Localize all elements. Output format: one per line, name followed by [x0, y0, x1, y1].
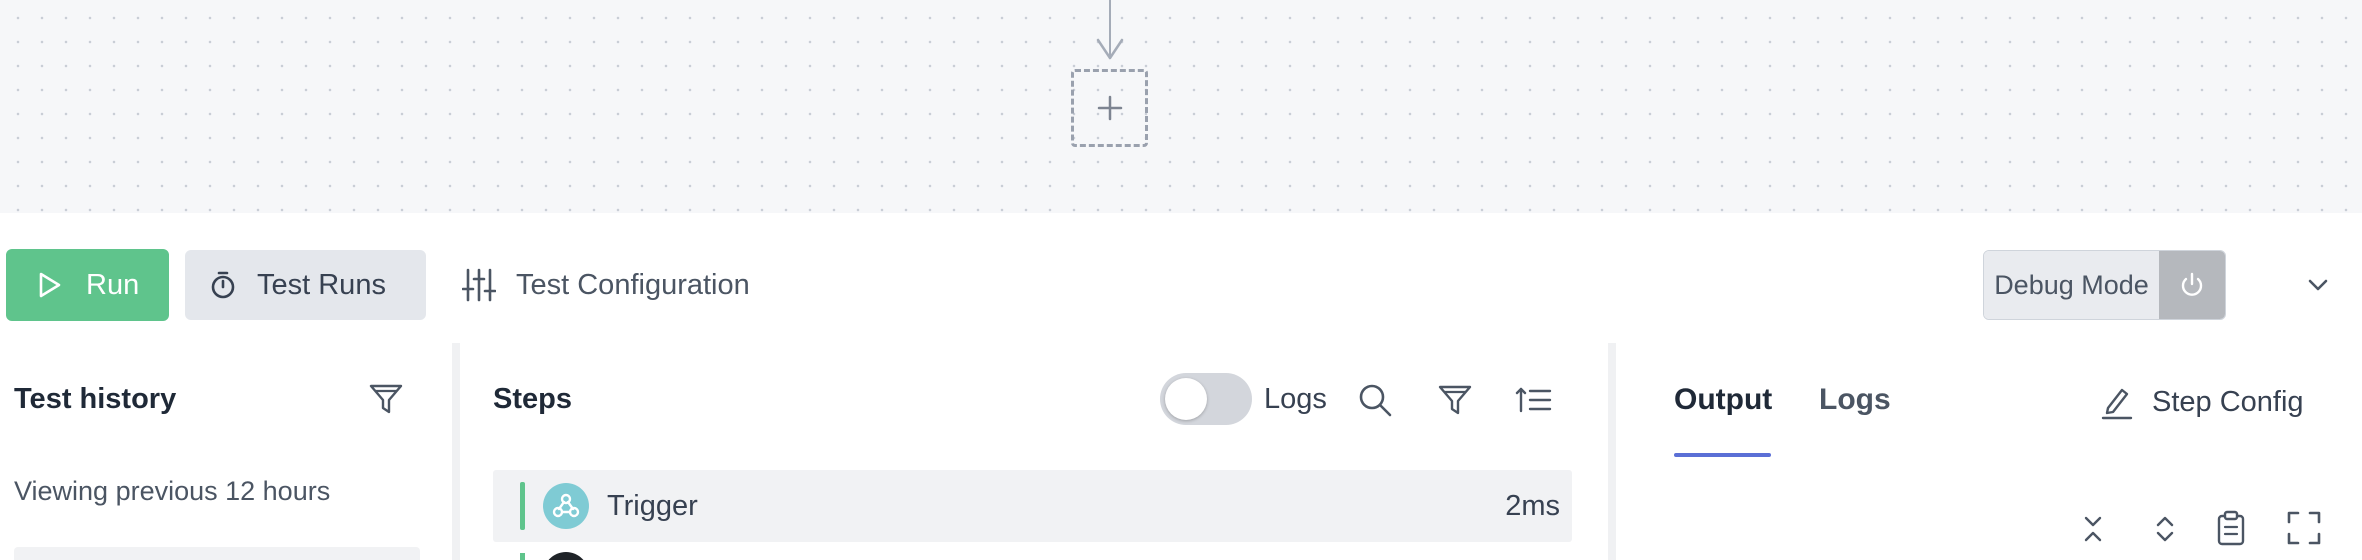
test-configuration-button[interactable]: Test Configuration	[462, 250, 750, 320]
steps-filter-button[interactable]	[1433, 378, 1477, 422]
collapse-icon	[2084, 516, 2102, 542]
workflow-canvas[interactable]	[0, 0, 2362, 213]
expand-icon	[2156, 516, 2174, 542]
active-tab-indicator	[1674, 453, 1771, 457]
tab-logs[interactable]: Logs	[1819, 383, 1891, 417]
pencil-icon	[2101, 388, 2133, 420]
test-history-filter-button[interactable]	[364, 377, 408, 421]
logs-toggle-label: Logs	[1264, 383, 1327, 415]
steps-sort-button[interactable]	[1512, 378, 1556, 422]
test-history-panel: Test history Viewing previous 12 hours	[0, 343, 452, 560]
test-toolbar: Run Test Runs Test Configuration Debug M	[0, 213, 2362, 343]
step-app-icon	[543, 552, 589, 560]
app-root: Run Test Runs Test Configuration Debug M	[0, 0, 2362, 560]
viewing-range-text: Viewing previous 12 hours	[14, 476, 331, 506]
steps-search-button[interactable]	[1353, 378, 1397, 422]
clipboard-icon	[2217, 510, 2245, 546]
copy-output-button[interactable]	[2211, 507, 2251, 549]
test-history-item[interactable]	[14, 547, 420, 560]
test-configuration-label: Test Configuration	[516, 268, 750, 301]
steps-panel: Steps Logs Trigger 2ms	[460, 343, 1608, 560]
plus-icon	[1097, 95, 1122, 121]
play-icon	[39, 272, 61, 298]
panel-divider[interactable]	[452, 343, 460, 560]
run-button-label: Run	[86, 268, 140, 301]
debug-mode-toggle[interactable]	[2159, 251, 2225, 319]
debug-mode-control: Debug Mode	[1983, 250, 2226, 320]
collapse-all-button[interactable]	[2075, 511, 2111, 547]
step-status-bar	[520, 482, 525, 530]
filter-icon	[369, 384, 403, 414]
chevron-down-icon	[2308, 279, 2328, 291]
stopwatch-icon	[211, 271, 235, 299]
power-icon	[2181, 272, 2203, 296]
expand-all-button[interactable]	[2147, 511, 2183, 547]
step-status-bar	[520, 553, 525, 560]
step-duration: 2ms	[1505, 490, 1560, 522]
step-row[interactable]: Trigger 2ms	[493, 470, 1572, 542]
logs-toggle-switch[interactable]	[1160, 373, 1252, 425]
step-config-label: Step Config	[2152, 385, 2304, 418]
collapse-panel-button[interactable]	[2300, 270, 2336, 300]
search-icon	[1359, 384, 1392, 417]
toggle-knob	[1165, 378, 1207, 420]
webhook-icon	[543, 483, 589, 529]
test-runs-label: Test Runs	[257, 268, 386, 301]
sliders-icon	[462, 268, 496, 302]
step-config-button[interactable]: Step Config	[2100, 377, 2304, 427]
test-runs-button[interactable]: Test Runs	[185, 250, 426, 320]
panel-divider[interactable]	[1608, 343, 1616, 560]
sort-ascending-icon	[1515, 387, 1552, 413]
filter-icon	[1438, 385, 1472, 415]
fullscreen-button[interactable]	[2283, 507, 2325, 549]
steps-title: Steps	[493, 383, 572, 415]
run-button[interactable]: Run	[6, 249, 169, 321]
arrow-down-icon	[1096, 38, 1124, 60]
debug-mode-button[interactable]: Debug Mode	[1984, 251, 2159, 319]
step-name: Trigger	[607, 490, 698, 522]
tab-output[interactable]: Output	[1674, 383, 1772, 417]
output-panel: Output Logs Step Config	[1616, 343, 2362, 560]
test-history-title: Test history	[14, 383, 177, 415]
add-step-button[interactable]	[1071, 69, 1148, 147]
fullscreen-icon	[2287, 511, 2321, 545]
